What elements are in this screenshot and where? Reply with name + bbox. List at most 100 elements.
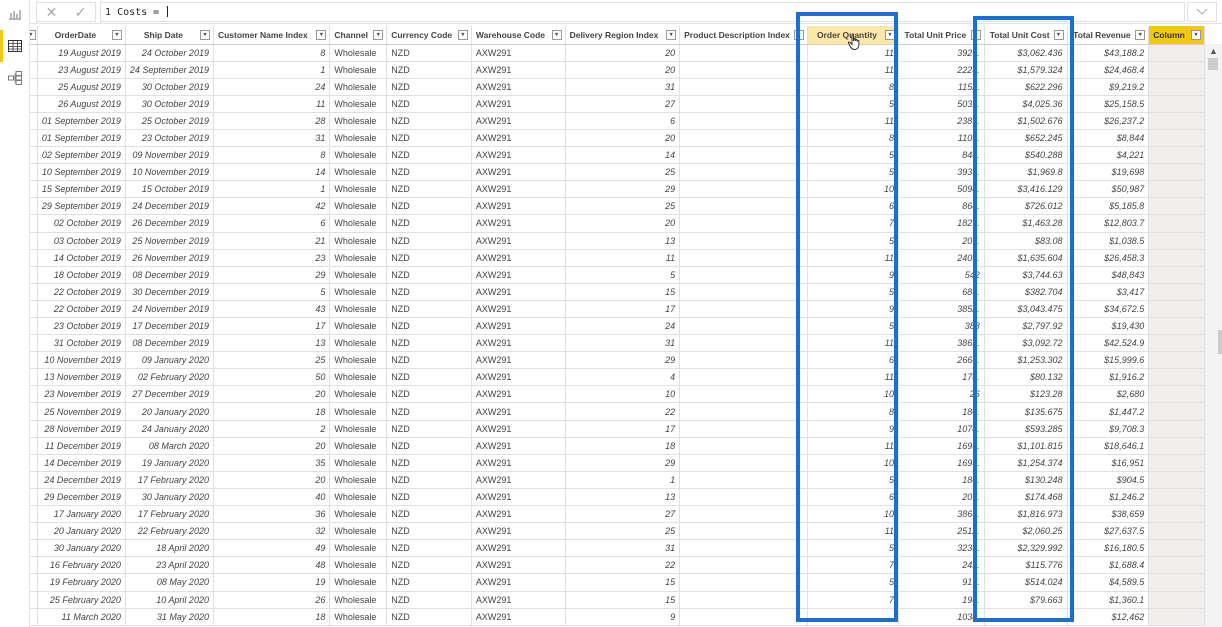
cell-delivery-region-index[interactable]: 20: [565, 214, 681, 233]
cell-product-description-index[interactable]: [679, 283, 808, 301]
cell-channel[interactable]: Wholesale: [329, 522, 388, 541]
cell-product-description-index[interactable]: [679, 78, 808, 96]
cell-product-description-index[interactable]: [679, 112, 808, 130]
cell-ship-date[interactable]: 08 March 2020: [125, 437, 214, 455]
cell-customer-name-index[interactable]: 40: [213, 488, 331, 507]
cell-customer-name-index[interactable]: 18: [213, 402, 331, 421]
cell-order-date[interactable]: 01 September 2019: [37, 129, 126, 148]
cell-product-description-index[interactable]: [679, 402, 808, 421]
cell-total-revenue[interactable]: $42,524.9: [1067, 334, 1150, 353]
cell-column[interactable]: [1148, 454, 1205, 472]
cell-order-date[interactable]: 25 August 2019: [37, 78, 126, 96]
cell-warehouse-code[interactable]: AXW291: [471, 180, 566, 199]
cell-ship-date[interactable]: 25 October 2019: [125, 112, 214, 130]
cell-ship-date[interactable]: 17 February 2020: [125, 505, 214, 524]
cell-ship-date[interactable]: 23 April 2020: [125, 556, 214, 575]
cell-total-revenue[interactable]: $16,180.5: [1067, 539, 1150, 558]
cell-currency-code[interactable]: NZD: [386, 591, 472, 609]
cell-channel[interactable]: Wholesale: [329, 556, 388, 575]
cell-ship-date[interactable]: 08 December 2019: [125, 266, 214, 284]
cell-delivery-region-index[interactable]: 14: [565, 146, 681, 165]
cell-order-date[interactable]: 03 October 2019: [37, 232, 126, 250]
cell-channel[interactable]: Wholesale: [329, 163, 388, 182]
cell-delivery-region-index[interactable]: 15: [565, 591, 681, 609]
cell-column[interactable]: [1148, 317, 1205, 336]
cell-ship-date[interactable]: 31 May 2020: [125, 608, 214, 626]
cell-product-description-index[interactable]: [679, 488, 808, 507]
dropdown-icon[interactable]: ▾: [30, 30, 36, 40]
cell-currency-code[interactable]: NZD: [386, 112, 472, 130]
cell-warehouse-code[interactable]: AXW291: [471, 283, 566, 301]
cell-ship-date[interactable]: 15 October 2019: [125, 180, 214, 199]
cell-warehouse-code[interactable]: AXW291: [471, 505, 566, 524]
cell-ship-date[interactable]: 25 November 2019: [125, 232, 214, 250]
cell-ship-date[interactable]: 09 January 2020: [125, 351, 214, 370]
cell-column[interactable]: [1148, 214, 1205, 233]
cell-total-revenue[interactable]: $26,237.2: [1067, 112, 1150, 130]
cell-total-revenue[interactable]: $50,987: [1067, 180, 1150, 199]
cell-ship-date[interactable]: 17 December 2019: [125, 317, 214, 336]
cell-product-description-index[interactable]: [679, 471, 808, 489]
cell-ship-date[interactable]: 24 September 2019: [125, 61, 214, 79]
cell-total-revenue[interactable]: $19,430: [1067, 317, 1150, 336]
cell-warehouse-code[interactable]: AXW291: [471, 112, 566, 130]
cell-customer-name-index[interactable]: 20: [213, 385, 331, 404]
cell-total-revenue[interactable]: $38,659: [1067, 505, 1150, 524]
cell-total-revenue[interactable]: $1,360.1: [1067, 591, 1150, 609]
cell-product-description-index[interactable]: [679, 334, 808, 353]
cell-product-description-index[interactable]: [679, 232, 808, 250]
cell-warehouse-code[interactable]: AXW291: [471, 522, 566, 541]
cell-total-revenue[interactable]: $12,462: [1067, 608, 1150, 626]
cell-total-unit-price[interactable]: 3865.: [898, 334, 985, 353]
cell-product-description-index[interactable]: [679, 539, 808, 558]
cell-channel[interactable]: Wholesale: [329, 78, 388, 96]
cell-customer-name-index[interactable]: 32: [213, 522, 331, 541]
cell-product-description-index[interactable]: [679, 573, 808, 592]
cell-customer-name-index[interactable]: 2: [213, 420, 331, 438]
cell-warehouse-code[interactable]: AXW291: [471, 488, 566, 507]
column-header-currency-code[interactable]: Currency Code ▾: [386, 26, 472, 45]
cell-customer-name-index[interactable]: 18: [213, 608, 331, 626]
cell-column[interactable]: [1148, 522, 1205, 541]
cell-channel[interactable]: Wholesale: [329, 95, 388, 113]
cell-order-date[interactable]: 10 November 2019: [37, 351, 126, 370]
cell-customer-name-index[interactable]: 42: [213, 197, 331, 216]
cell-total-revenue[interactable]: $15,999.6: [1067, 351, 1150, 370]
cell-order-date[interactable]: 26 August 2019: [37, 95, 126, 113]
cell-currency-code[interactable]: NZD: [386, 61, 472, 79]
cell-total-unit-price[interactable]: 2224.: [898, 61, 985, 79]
cell-warehouse-code[interactable]: AXW291: [471, 573, 566, 592]
cell-ship-date[interactable]: 27 December 2019: [125, 385, 214, 404]
cell-currency-code[interactable]: NZD: [386, 556, 472, 575]
cell-currency-code[interactable]: NZD: [386, 180, 472, 199]
cell-column[interactable]: [1148, 44, 1205, 62]
cell-ship-date[interactable]: 18 April 2020: [125, 539, 214, 558]
cell-channel[interactable]: Wholesale: [329, 402, 388, 421]
column-header-column[interactable]: Column ▾: [1148, 26, 1205, 45]
cell-total-revenue[interactable]: $1,038.5: [1067, 232, 1150, 250]
column-header-delivery-region-index[interactable]: Delivery Region Index ▾: [565, 26, 681, 45]
cell-total-revenue[interactable]: $2,680: [1067, 385, 1150, 404]
cell-ship-date[interactable]: 30 January 2020: [125, 488, 214, 507]
cell-warehouse-code[interactable]: AXW291: [471, 608, 566, 626]
cell-total-unit-price[interactable]: 241.: [898, 556, 985, 575]
cell-ship-date[interactable]: 23 October 2019: [125, 129, 214, 148]
cell-total-revenue[interactable]: $34,672.5: [1067, 300, 1150, 319]
cell-total-unit-price[interactable]: 1829.: [898, 214, 985, 233]
cell-customer-name-index[interactable]: 21: [213, 232, 331, 250]
scrollbar-thumb[interactable]: [1208, 58, 1218, 70]
cell-currency-code[interactable]: NZD: [386, 420, 472, 438]
cell-warehouse-code[interactable]: AXW291: [471, 437, 566, 455]
cell-warehouse-code[interactable]: AXW291: [471, 78, 566, 96]
cell-channel[interactable]: Wholesale: [329, 437, 388, 455]
cell-column[interactable]: [1148, 95, 1205, 113]
scroll-up-icon[interactable]: ▲: [1209, 46, 1218, 56]
cell-warehouse-code[interactable]: AXW291: [471, 454, 566, 472]
cell-column[interactable]: [1148, 266, 1205, 284]
cell-warehouse-code[interactable]: AXW291: [471, 249, 566, 267]
cell-product-description-index[interactable]: [679, 420, 808, 438]
cell-channel[interactable]: Wholesale: [329, 214, 388, 233]
cell-channel[interactable]: Wholesale: [329, 368, 388, 387]
cell-warehouse-code[interactable]: AXW291: [471, 300, 566, 319]
column-header-total-unit-price[interactable]: Total Unit Price ▾: [898, 26, 985, 45]
